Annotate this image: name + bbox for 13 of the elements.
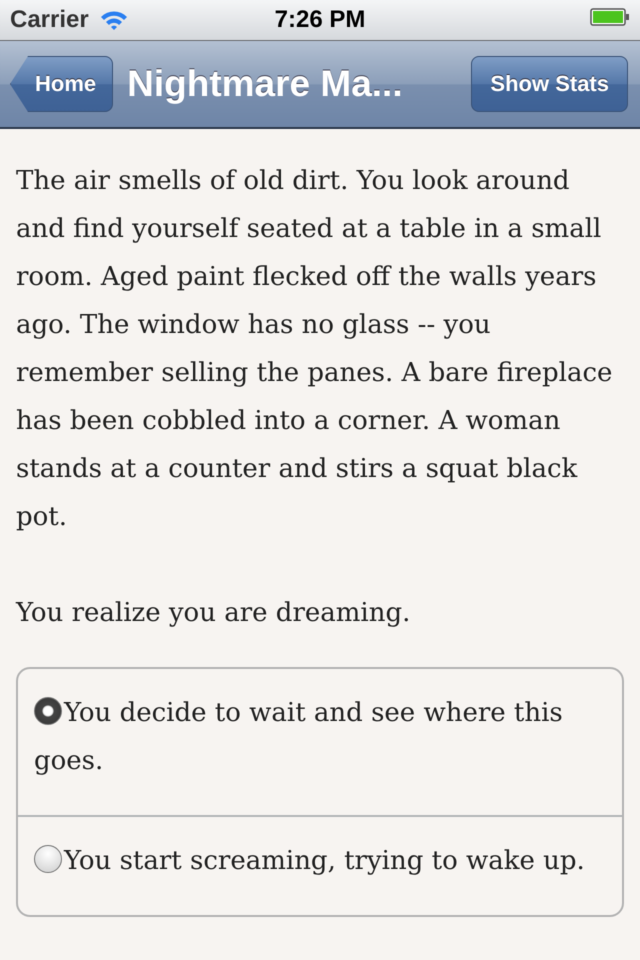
radio-button[interactable] [34,697,62,725]
story-paragraph: You realize you are dreaming. [16,597,412,630]
nav-title: Nightmare Ma... [127,63,403,105]
choice-option[interactable]: You start screaming, trying to wake up. [18,815,622,915]
status-time: 7:26 PM [274,6,366,34]
choice-option[interactable]: You decide to wait and see where this goes. [18,669,622,815]
radio-button[interactable] [34,845,62,873]
wifi-icon [98,9,129,31]
story-paragraph: The air smells of old dirt. You look around and find yourself seated at a table in a small room. Aged paint flecked off the walls years ago. The window has no glass -- you remember selling the panes. A bare fireplace has been cobbled into a corner. A woman stands at a counter and stirs a squat black pot. [16,165,614,534]
carrier-name: Carrier [10,6,89,34]
back-button[interactable]: Home [10,56,114,112]
show-stats-button[interactable]: Show Stats [471,56,628,112]
battery-icon [590,7,630,27]
